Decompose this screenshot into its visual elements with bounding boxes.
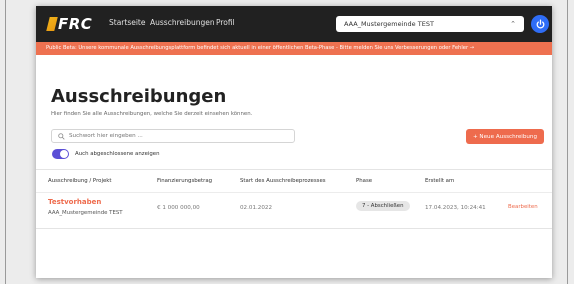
nav-profil[interactable]: Profil [216,18,235,27]
right-edge [567,0,568,284]
logo-mark-icon [46,17,58,31]
header-project: Ausschreibung / Projekt [48,178,112,184]
search-box [51,129,295,143]
nav-startseite[interactable]: Startseite [109,18,145,27]
page-subtitle: Hier finden Sie alle Ausschreibungen, we… [51,111,253,117]
search-input[interactable] [69,133,279,139]
header-divider [36,192,552,193]
header-start: Start des Ausschreibeprozesses [240,178,326,184]
power-icon [536,18,544,28]
organization-select-value: AAA_Mustergemeinde TEST [344,20,434,28]
edit-link[interactable]: Bearbeiten [508,204,538,210]
logo-text: FRC [58,15,93,33]
search-icon [58,132,65,140]
browser-window: FRC Startseite Ausschreibungen Profil AA… [36,6,552,278]
beta-banner[interactable]: Public Beta: Unsere kommunale Ausschreib… [36,42,552,55]
page-title: Ausschreibungen [51,86,227,107]
logout-button[interactable] [531,15,549,33]
app-logo[interactable]: FRC [46,15,93,33]
header-created: Erstellt am [425,178,455,184]
project-start-date: 02.01.2022 [240,205,273,211]
beta-banner-text: Public Beta: Unsere kommunale Ausschreib… [46,45,475,51]
project-organization: AAA_Mustergemeinde TEST [48,210,123,216]
phase-badge: 7 - Abschließen [356,201,410,211]
tenders-table: Ausschreibung / Projekt Finanzierungsbet… [36,169,552,229]
select-chevron-icon: ⌃ [510,20,516,28]
organization-select[interactable]: AAA_Mustergemeinde TEST ⌃ [336,16,524,32]
project-name-link[interactable]: Testvorhaben [48,198,101,206]
project-amount: € 1 000 000,00 [157,205,200,211]
top-navbar: FRC Startseite Ausschreibungen Profil AA… [36,6,552,42]
project-created-at: 17.04.2023, 10:24:41 [425,205,486,211]
show-closed-toggle-row: Auch abgeschlossene anzeigen [52,149,160,159]
show-closed-toggle[interactable] [52,149,69,159]
new-tender-button[interactable]: + Neue Ausschreibung [466,129,544,144]
header-amount: Finanzierungsbetrag [157,178,213,184]
header-phase: Phase [356,178,373,184]
left-edge [5,0,6,284]
nav-ausschreibungen[interactable]: Ausschreibungen [150,18,215,27]
show-closed-label: Auch abgeschlossene anzeigen [75,151,160,157]
